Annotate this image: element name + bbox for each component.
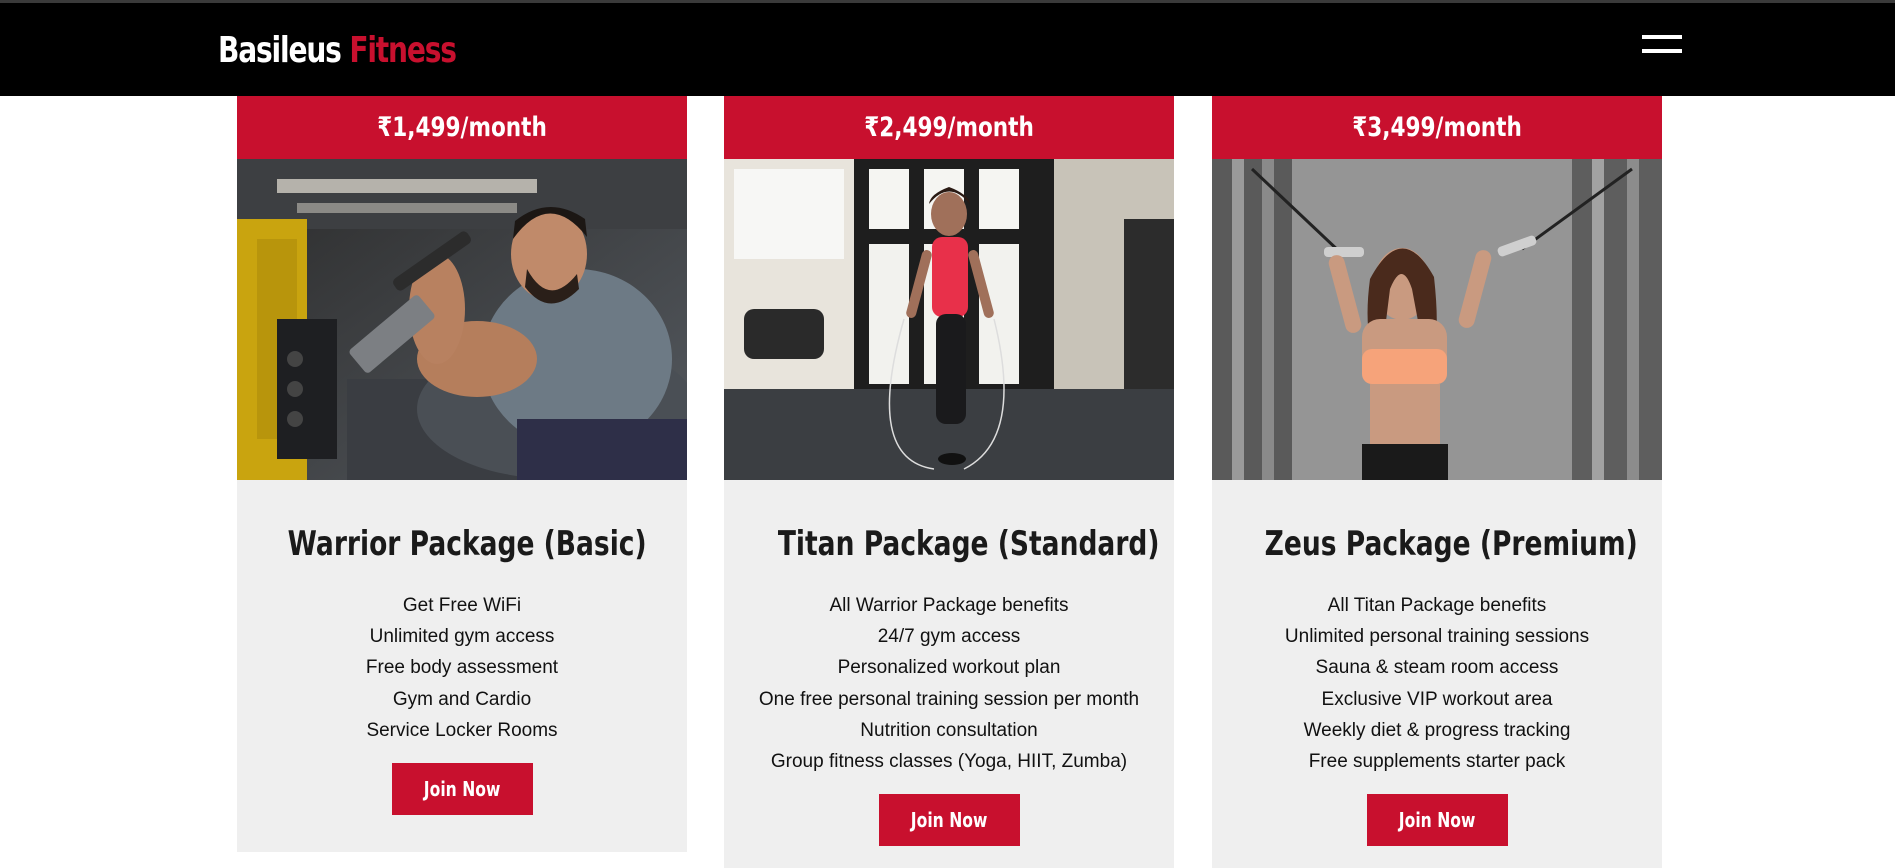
navbar: Basileus Fitness <box>0 3 1895 96</box>
feature-item: Personalized workout plan <box>837 657 1061 679</box>
feature-item: Sauna & steam room access <box>1315 657 1559 679</box>
feature-item: Free supplements starter pack <box>1308 750 1566 772</box>
feature-item: All Warrior Package benefits <box>829 595 1069 616</box>
feature-list: Get Free WiFi Unlimited gym access Free … <box>237 590 687 746</box>
brand-name-accent: Fitness <box>349 30 457 71</box>
join-now-button[interactable]: Join Now <box>879 794 1020 846</box>
feature-item: Service Locker Rooms <box>366 719 558 741</box>
package-title: Zeus Package (Premium) <box>1264 524 1638 564</box>
price-label: ₹3,499/month <box>1352 112 1522 143</box>
feature-item: All Titan Package benefits <box>1327 595 1547 616</box>
man-doing-preacher-curl-photo <box>237 159 687 480</box>
feature-item: Gym and Cardio <box>392 688 532 710</box>
feature-item: Unlimited gym access <box>369 626 555 648</box>
feature-list: All Titan Package benefits Unlimited per… <box>1212 590 1662 777</box>
pricing-card-titan: ₹2,499/month Titan Package (Standard) Al… <box>724 96 1174 868</box>
feature-item: Weekly diet & progress tracking <box>1303 719 1571 741</box>
price-label: ₹1,499/month <box>377 112 547 143</box>
package-title: Warrior Package (Basic) <box>287 524 647 564</box>
price-banner: ₹2,499/month <box>724 96 1174 159</box>
feature-item: 24/7 gym access <box>877 626 1021 648</box>
brand-name-primary: Basileus <box>218 30 342 71</box>
feature-item: Nutrition consultation <box>860 719 1038 741</box>
hamburger-line <box>1642 35 1682 39</box>
join-now-button[interactable]: Join Now <box>392 763 533 815</box>
pricing-card-warrior: ₹1,499/month Warrior Package (Basic) Get… <box>237 96 687 852</box>
price-banner: ₹1,499/month <box>237 96 687 159</box>
woman-jumping-rope-photo <box>724 159 1174 480</box>
feature-item: Free body assessment <box>365 657 559 679</box>
package-title: Titan Package (Standard) <box>777 524 1160 564</box>
feature-item: Group fitness classes (Yoga, HIIT, Zumba… <box>770 750 1128 772</box>
feature-item: Exclusive VIP workout area <box>1321 688 1553 710</box>
feature-item: Get Free WiFi <box>402 595 522 616</box>
price-label: ₹2,499/month <box>864 112 1034 143</box>
join-now-button[interactable]: Join Now <box>1367 794 1508 846</box>
pricing-card-zeus: ₹3,499/month Zeus Package (Premium) All … <box>1212 96 1662 868</box>
feature-item: Unlimited personal training sessions <box>1284 626 1590 648</box>
brand-logo[interactable]: Basileus Fitness <box>218 29 457 73</box>
price-banner: ₹3,499/month <box>1212 96 1662 159</box>
hamburger-line <box>1642 49 1682 53</box>
woman-cable-pulldown-photo <box>1212 159 1662 480</box>
feature-list: All Warrior Package benefits 24/7 gym ac… <box>724 590 1174 777</box>
feature-item: One free personal training session per m… <box>758 688 1140 710</box>
hamburger-menu-icon[interactable] <box>1642 33 1682 57</box>
